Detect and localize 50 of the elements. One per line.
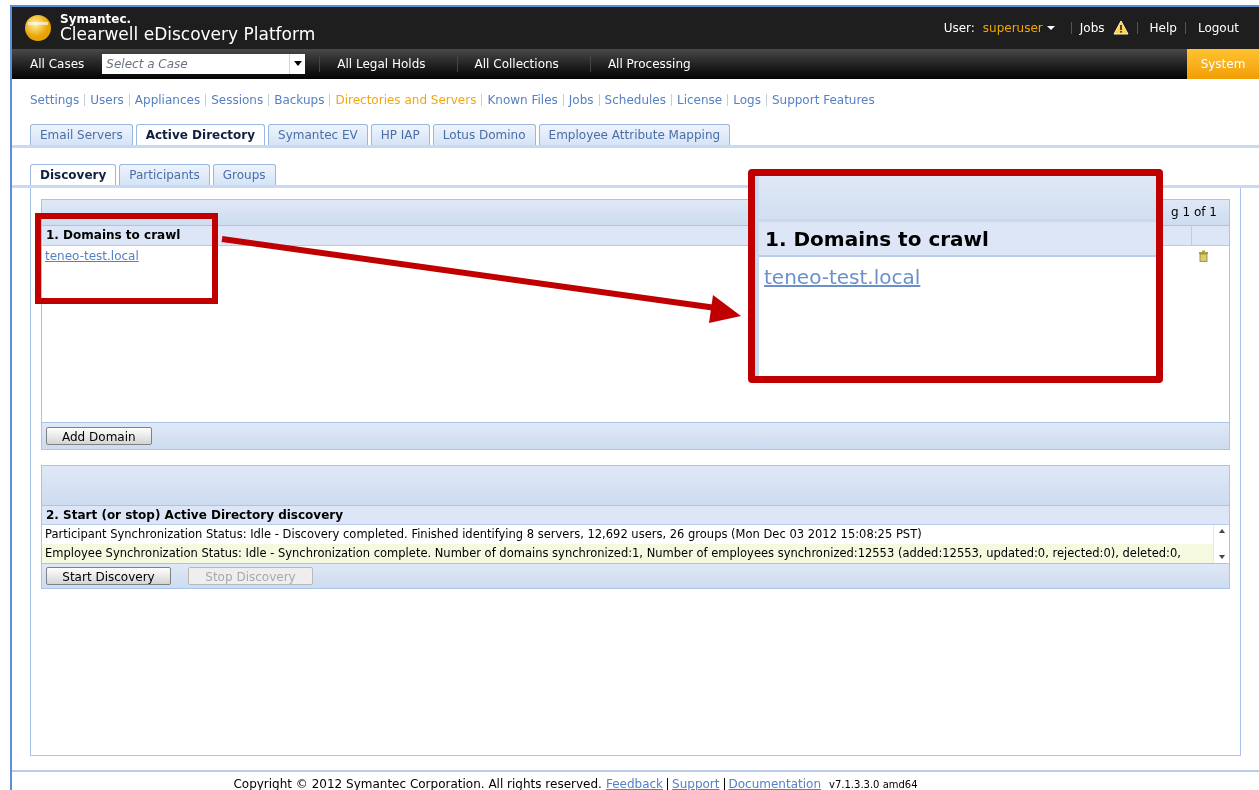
tab[interactable]: HP IAP — [370, 123, 430, 145]
admin-link[interactable]: Sessions — [211, 90, 264, 109]
logout-link[interactable]: Logout — [1197, 18, 1239, 37]
help-link[interactable]: Help — [1149, 18, 1177, 37]
add-domain-button[interactable]: Add Domain — [46, 426, 152, 445]
tab[interactable]: Discovery — [30, 163, 117, 185]
user-label: User: — [943, 19, 975, 37]
section-heading: 2. Start (or stop) Active Directory discovery — [45, 506, 344, 524]
domain-link[interactable]: teneo-test.local — [45, 246, 139, 265]
admin-link[interactable]: License — [676, 90, 723, 109]
version-text: v7.1.3.3.0 amd64 — [829, 777, 918, 790]
admin-link[interactable]: Users — [90, 90, 124, 109]
brand-name: Symantec. — [60, 12, 132, 25]
admin-link[interactable]: Logs — [733, 90, 761, 109]
case-select[interactable]: Select a Case — [102, 53, 306, 74]
tab[interactable]: Active Directory — [135, 123, 266, 145]
footer-link[interactable]: Support — [672, 775, 720, 790]
caret-icon — [1046, 25, 1055, 30]
footer-link[interactable]: Feedback — [605, 775, 664, 790]
admin-link[interactable]: Support Features — [771, 90, 875, 109]
tab[interactable]: Participants — [119, 163, 210, 185]
nav-link[interactable]: All Legal Holds — [320, 54, 443, 73]
nav-link[interactable]: All Collections — [457, 54, 576, 73]
nav-link[interactable]: All Cases — [12, 54, 103, 73]
logo-icon — [24, 13, 52, 42]
user-menu[interactable]: superuser — [982, 18, 1055, 37]
callout-link[interactable]: teneo-test.local — [764, 265, 921, 289]
tab[interactable]: Groups — [212, 163, 276, 185]
discovery-button[interactable]: Start Discovery — [46, 566, 171, 585]
copyright-text: Copyright © 2012 Symantec Corporation. All rights reserved. — [233, 776, 602, 790]
admin-link[interactable]: Known Files — [487, 90, 558, 109]
pager-text: g 1 of 1 — [1171, 204, 1217, 222]
admin-link[interactable]: Schedules — [604, 90, 666, 109]
nav-link[interactable]: All Processing — [590, 54, 708, 73]
product-name: Clearwell eDiscovery Platform — [60, 25, 316, 43]
column-header: 1. Domains to crawl — [46, 227, 181, 245]
warning-icon — [1112, 20, 1129, 36]
trash-icon[interactable] — [1198, 249, 1209, 262]
admin-link[interactable]: Jobs — [568, 90, 594, 109]
callout-heading: 1. Domains to crawl — [759, 222, 1156, 257]
tab[interactable]: Lotus Domino — [432, 123, 536, 145]
jobs-link[interactable]: Jobs — [1079, 18, 1105, 37]
admin-link[interactable]: Settings — [30, 90, 80, 109]
admin-link[interactable]: Backups — [274, 90, 325, 109]
tab[interactable]: Email Servers — [30, 123, 133, 145]
footer-link[interactable]: Documentation — [728, 775, 821, 790]
admin-link[interactable]: Appliances — [134, 90, 201, 109]
tab[interactable]: Symantec EV — [268, 123, 368, 145]
dropdown-icon — [293, 61, 302, 67]
tab[interactable]: Employee Attribute Mapping — [538, 123, 731, 145]
